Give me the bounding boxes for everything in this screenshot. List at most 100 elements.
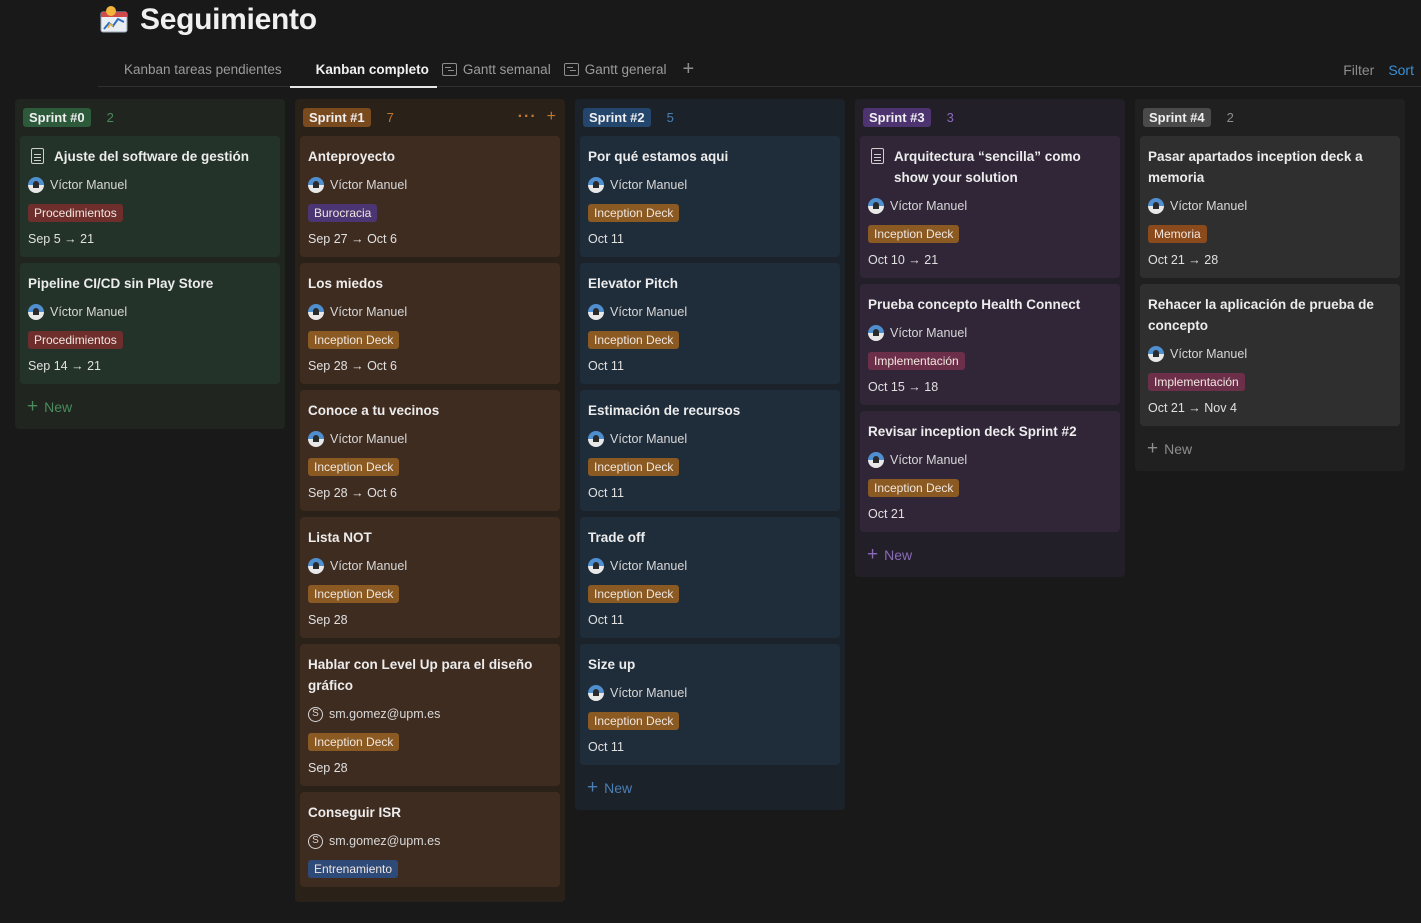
column-count: 2: [106, 109, 114, 125]
assignee-name: sm.gomez@upm.es: [329, 707, 441, 721]
card-date: Oct 10 → 21: [868, 253, 939, 267]
new-card-button[interactable]: + New: [860, 538, 1120, 568]
column-status-tag[interactable]: Sprint #3: [863, 107, 931, 127]
card-tag: Procedimientos: [28, 331, 123, 349]
filter-button[interactable]: Filter: [1343, 62, 1374, 78]
avatar: [588, 431, 604, 447]
column-tools: ··· +: [518, 105, 556, 129]
column-header: Sprint #4 2: [1140, 105, 1400, 129]
card-tag: Entrenamiento: [308, 860, 399, 878]
tab-gantt-general[interactable]: Gantt general: [559, 52, 675, 87]
avatar: [588, 685, 604, 701]
avatar: [28, 177, 44, 193]
column-status-tag[interactable]: Sprint #0: [23, 107, 91, 127]
tab-gantt-semanal[interactable]: Gantt semanal: [437, 52, 559, 87]
kanban-column: Sprint #4 2 Pasar apartados inception deck…: [1135, 99, 1405, 471]
card-title: Estimación de recursos: [588, 400, 832, 421]
card-assignee: Víctor Manuel: [308, 177, 552, 193]
page-header: Seguimiento: [98, 0, 317, 40]
assignee-name: Víctor Manuel: [330, 432, 408, 446]
assignee-name: Víctor Manuel: [610, 178, 688, 192]
add-card-plus-icon[interactable]: +: [547, 108, 556, 126]
card-title: Conoce a tu vecinos: [308, 400, 552, 421]
avatar: [588, 177, 604, 193]
kanban-card[interactable]: Revisar inception deck Sprint #2 Víctor M…: [860, 411, 1120, 532]
kanban-card[interactable]: Elevator Pitch Víctor Manuel Inception Dec…: [580, 263, 840, 384]
card-title: Elevator Pitch: [588, 273, 832, 294]
new-card-button[interactable]: + New: [580, 771, 840, 801]
card-title-text: Pipeline CI/CD sin Play Store: [28, 276, 214, 291]
new-card-button[interactable]: + New: [20, 390, 280, 420]
kanban-card[interactable]: Anteproyecto Víctor Manuel Burocracia Sep 2…: [300, 136, 560, 257]
assignee-name: Víctor Manuel: [610, 686, 688, 700]
card-assignee: Ssm.gomez@upm.es: [308, 706, 552, 722]
card-title-text: Por qué estamos aqui: [588, 149, 729, 164]
card-date: Oct 11: [588, 359, 624, 373]
plus-icon: +: [587, 777, 599, 798]
kanban-board: Sprint #0 2 Ajuste del software de gestión…: [0, 99, 1421, 923]
card-title-text: Prueba concepto Health Connect: [868, 297, 1081, 312]
card-tag: Inception Deck: [308, 458, 400, 476]
card-title-text: Rehacer la aplicación de prueba de conce…: [1148, 297, 1374, 333]
card-assignee: Víctor Manuel: [308, 304, 552, 320]
card-date: Oct 11: [588, 613, 624, 627]
avatar: [28, 304, 44, 320]
card-title: Conseguir ISR: [308, 802, 552, 823]
kanban-card[interactable]: Arquitectura “sencilla” como show your s…: [860, 136, 1120, 278]
assignee-name: Víctor Manuel: [330, 559, 408, 573]
column-status-tag[interactable]: Sprint #2: [583, 107, 651, 127]
kanban-card[interactable]: Ajuste del software de gestión Víctor Man…: [20, 136, 280, 257]
new-card-button[interactable]: + New: [1140, 432, 1400, 462]
kanban-card[interactable]: Rehacer la aplicación de prueba de conce…: [1140, 284, 1400, 426]
assignee-name: Víctor Manuel: [890, 199, 968, 213]
kanban-card[interactable]: Lista NOT Víctor Manuel Inception Deck Sep …: [300, 517, 560, 638]
kanban-card[interactable]: Conseguir ISR Ssm.gomez@upm.es Entrenamien…: [300, 792, 560, 887]
add-view-plus-icon[interactable]: +: [675, 52, 703, 87]
avatar: [308, 558, 324, 574]
card-date: Oct 11: [588, 232, 624, 246]
card-tag: Inception Deck: [868, 225, 960, 243]
tab-kanban-completo[interactable]: Kanban completo: [289, 52, 438, 175]
chart-calendar-emoji-icon[interactable]: [98, 4, 130, 36]
assignee-name: sm.gomez@upm.es: [329, 834, 441, 848]
kanban-card[interactable]: Size up Víctor Manuel Inception Deck Oct 11: [580, 644, 840, 765]
kanban-card[interactable]: Conoce a tu vecinos Víctor Manuel Inceptio…: [300, 390, 560, 511]
kanban-card[interactable]: Pipeline CI/CD sin Play Store Víctor Manu…: [20, 263, 280, 384]
kanban-card[interactable]: Los miedos Víctor Manuel Inception Deck Sep…: [300, 263, 560, 384]
card-tag: Inception Deck: [308, 585, 400, 603]
card-date: Oct 11: [588, 740, 624, 754]
card-date: Oct 21 → Nov 4: [1148, 401, 1237, 415]
card-title-text: Ajuste del software de gestión: [54, 149, 250, 164]
assignee-name: Víctor Manuel: [890, 326, 968, 340]
kanban-card[interactable]: Trade off Víctor Manuel Inception Deck Oct …: [580, 517, 840, 638]
kanban-card[interactable]: Pasar apartados inception deck a memoria…: [1140, 136, 1400, 278]
avatar: [308, 304, 324, 320]
card-assignee: Víctor Manuel: [868, 452, 1112, 468]
card-assignee: Víctor Manuel: [1148, 198, 1392, 214]
column-count: 2: [1226, 109, 1234, 125]
avatar: [308, 431, 324, 447]
card-assignee: Víctor Manuel: [868, 325, 1112, 341]
card-title: Ajuste del software de gestión: [28, 146, 272, 167]
card-title: Arquitectura “sencilla” como show your s…: [868, 146, 1112, 188]
kanban-card[interactable]: Hablar con Level Up para el diseño gráfi…: [300, 644, 560, 786]
column-count: 5: [666, 109, 674, 125]
card-title-text: Size up: [588, 657, 636, 672]
tab-kanban-tareas-pendientes[interactable]: Kanban tareas pendientes: [98, 52, 290, 175]
kanban-card[interactable]: Prueba concepto Health Connect Víctor Man…: [860, 284, 1120, 405]
card-date: Oct 15 → 18: [868, 380, 939, 394]
column-status-tag[interactable]: Sprint #4: [1143, 107, 1211, 127]
kanban-card[interactable]: Estimación de recursos Víctor Manuel Incep…: [580, 390, 840, 511]
kanban-card[interactable]: Por qué estamos aqui Víctor Manuel Incepti…: [580, 136, 840, 257]
column-status-tag[interactable]: Sprint #1: [303, 107, 371, 127]
card-date: Oct 11: [588, 486, 624, 500]
card-title-text: Anteproyecto: [308, 149, 396, 164]
more-options-icon[interactable]: ···: [518, 108, 537, 126]
kanban-column: Sprint #1 7 ··· + Anteproyecto Víctor Manuel B…: [295, 99, 565, 902]
card-assignee: Víctor Manuel: [868, 198, 1112, 214]
card-title-text: Elevator Pitch: [588, 276, 679, 291]
card-assignee: Víctor Manuel: [588, 685, 832, 701]
sort-button[interactable]: Sort: [1388, 62, 1414, 78]
card-title-text: Pasar apartados inception deck a memoria: [1148, 149, 1363, 185]
card-tag: Inception Deck: [588, 331, 680, 349]
